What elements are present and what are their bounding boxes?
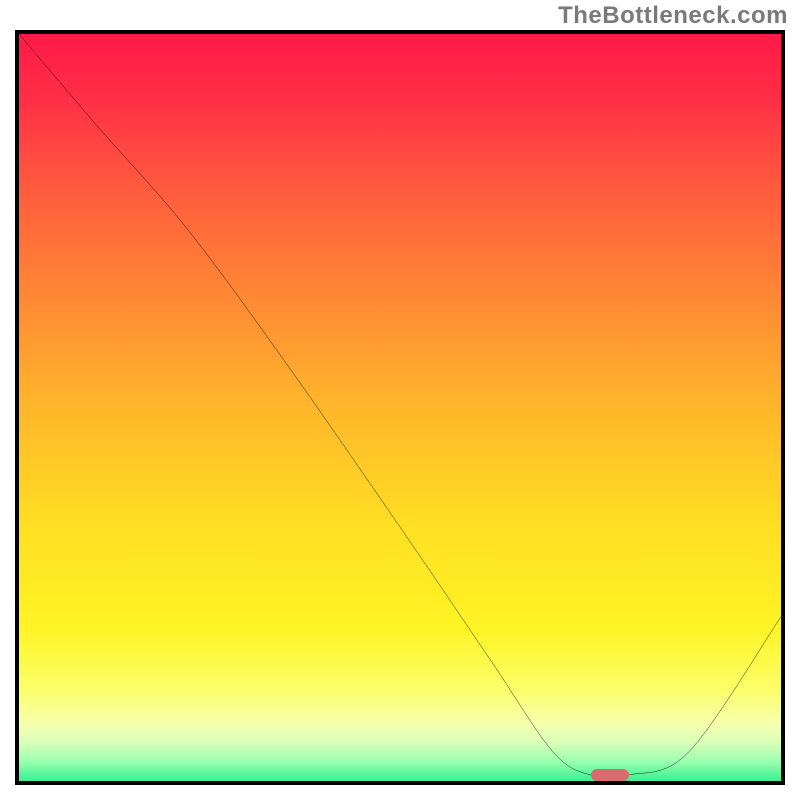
bottleneck-curve	[19, 34, 781, 781]
watermark-text: TheBottleneck.com	[558, 2, 788, 30]
optimal-range-marker	[591, 769, 629, 781]
plot-area	[15, 30, 785, 785]
